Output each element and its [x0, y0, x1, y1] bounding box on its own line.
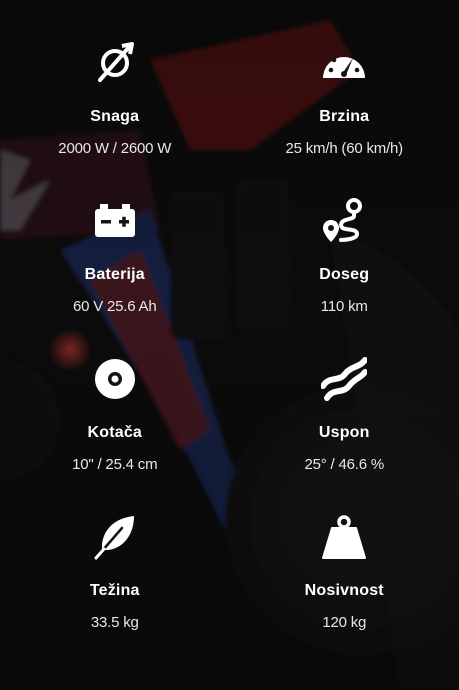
specs-section: Snaga 2000 W / 2600 W Brzina 25 km/h (60…: [0, 0, 459, 690]
spec-value: 60 V 25.6 Ah: [72, 298, 157, 315]
spec-value: 2000 W / 2600 W: [58, 140, 172, 157]
speedometer-icon: [321, 40, 367, 86]
spec-value: 25 km/h (60 km/h): [285, 140, 404, 157]
spec-title: Nosivnost: [304, 582, 384, 599]
slope-icon: [321, 356, 368, 402]
spec-value: 10" / 25.4 cm: [72, 456, 158, 473]
spec-title: Brzina: [319, 108, 370, 125]
spec-weight: Težina 33.5 kg: [0, 514, 230, 672]
spec-title: Težina: [89, 582, 140, 599]
weight-icon: [321, 514, 367, 560]
spec-title: Doseg: [319, 266, 370, 283]
wheel-icon: [92, 356, 138, 402]
spec-value: 25° / 46.6 %: [304, 456, 385, 473]
spec-title: Baterija: [84, 266, 145, 283]
spec-battery: Baterija 60 V 25.6 Ah: [0, 198, 230, 356]
spec-speed: Brzina 25 km/h (60 km/h): [230, 40, 459, 198]
feather-icon: [92, 514, 138, 560]
spec-title: Kotača: [87, 424, 143, 441]
spec-load: Nosivnost 120 kg: [230, 514, 459, 672]
power-icon: [92, 40, 138, 86]
spec-slope: Uspon 25° / 46.6 %: [230, 356, 459, 514]
specs-grid: Snaga 2000 W / 2600 W Brzina 25 km/h (60…: [0, 0, 459, 690]
spec-title: Snaga: [90, 108, 140, 125]
spec-value: 33.5 kg: [90, 614, 139, 631]
spec-value: 120 kg: [322, 614, 367, 631]
spec-value: 110 km: [320, 298, 368, 315]
battery-icon: [92, 198, 138, 244]
spec-power: Snaga 2000 W / 2600 W: [0, 40, 230, 198]
spec-title: Uspon: [318, 424, 370, 441]
spec-wheel: Kotača 10" / 25.4 cm: [0, 356, 230, 514]
spec-range: Doseg 110 km: [230, 198, 459, 356]
route-icon: [321, 198, 367, 244]
